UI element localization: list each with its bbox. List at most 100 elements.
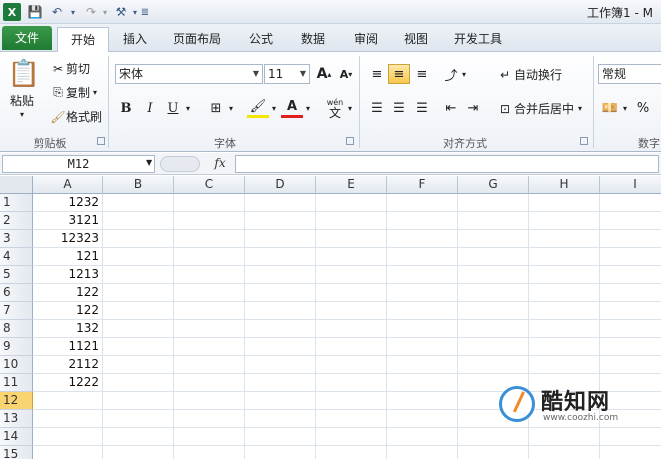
currency-format-icon[interactable]: 💴 xyxy=(599,98,621,118)
alignment-launcher-icon[interactable] xyxy=(580,137,588,145)
cell-b6[interactable] xyxy=(103,284,174,302)
cell-e11[interactable] xyxy=(316,374,387,392)
cell-g6[interactable] xyxy=(458,284,529,302)
clipboard-launcher-icon[interactable] xyxy=(97,137,105,145)
cell-f10[interactable] xyxy=(387,356,458,374)
tab-developer[interactable]: 开发工具 xyxy=(447,27,509,52)
row-header-11[interactable]: 11 xyxy=(0,374,33,392)
customize-toolbar-icon[interactable]: ≣ xyxy=(140,3,150,21)
italic-button[interactable]: I xyxy=(139,98,161,118)
cell-i4[interactable] xyxy=(600,248,661,266)
font-name-combo[interactable]: 宋体 ▼ xyxy=(115,64,263,84)
tools-icon[interactable]: ⚒ xyxy=(112,3,130,21)
cell-b5[interactable] xyxy=(103,266,174,284)
borders-icon[interactable]: ⊞ xyxy=(205,98,227,118)
row-header-1[interactable]: 1 xyxy=(0,194,33,212)
cell-d6[interactable] xyxy=(245,284,316,302)
cell-e1[interactable] xyxy=(316,194,387,212)
paste-icon[interactable]: 📋 xyxy=(8,58,40,90)
tab-page-layout[interactable]: 页面布局 xyxy=(166,27,228,52)
cell-d9[interactable] xyxy=(245,338,316,356)
tab-file[interactable]: 文件 xyxy=(2,26,52,50)
cell-e3[interactable] xyxy=(316,230,387,248)
cell-c13[interactable] xyxy=(174,410,245,428)
cell-a6[interactable]: 122 xyxy=(33,284,103,302)
cell-i8[interactable] xyxy=(600,320,661,338)
row-header-9[interactable]: 9 xyxy=(0,338,33,356)
cell-a12[interactable] xyxy=(33,392,103,410)
orientation-dropdown-icon[interactable]: ▾ xyxy=(458,64,470,84)
align-top-icon[interactable]: ≡ xyxy=(366,64,388,84)
cell-a5[interactable]: 1213 xyxy=(33,266,103,284)
fill-color-dropdown-icon[interactable]: ▾ xyxy=(268,98,280,118)
tab-data[interactable]: 数据 xyxy=(292,27,334,52)
number-format-combo[interactable]: 常规 xyxy=(598,64,661,84)
cell-g2[interactable] xyxy=(458,212,529,230)
format-painter-button[interactable]: 🖌 格式刷 xyxy=(50,108,102,125)
cell-a10[interactable]: 2112 xyxy=(33,356,103,374)
name-box-dropdown-icon[interactable]: ▼ xyxy=(146,158,152,167)
percent-button[interactable]: % xyxy=(632,98,654,118)
align-bottom-icon[interactable]: ≡ xyxy=(411,64,433,84)
cell-i1[interactable] xyxy=(600,194,661,212)
cell-g1[interactable] xyxy=(458,194,529,212)
cell-b14[interactable] xyxy=(103,428,174,446)
cell-a13[interactable] xyxy=(33,410,103,428)
cell-g10[interactable] xyxy=(458,356,529,374)
tab-view[interactable]: 视图 xyxy=(395,27,437,52)
row-header-4[interactable]: 4 xyxy=(0,248,33,266)
row-header-7[interactable]: 7 xyxy=(0,302,33,320)
fill-color-icon[interactable]: 🖌 xyxy=(247,98,269,118)
cell-e15[interactable] xyxy=(316,446,387,459)
formula-input[interactable] xyxy=(235,155,659,173)
borders-dropdown-icon[interactable]: ▾ xyxy=(225,98,237,118)
column-header-g[interactable]: G xyxy=(458,176,529,194)
font-size-combo[interactable]: 11 ▼ xyxy=(264,64,310,84)
undo-dropdown-icon[interactable]: ▾ xyxy=(68,3,78,21)
tab-review[interactable]: 审阅 xyxy=(345,27,387,52)
cell-e10[interactable] xyxy=(316,356,387,374)
cell-c1[interactable] xyxy=(174,194,245,212)
cell-d5[interactable] xyxy=(245,266,316,284)
row-header-6[interactable]: 6 xyxy=(0,284,33,302)
insert-function-icon[interactable]: fx xyxy=(210,156,230,172)
cell-d14[interactable] xyxy=(245,428,316,446)
align-center-icon[interactable]: ☰ xyxy=(388,98,410,118)
paste-dropdown-icon[interactable]: ▾ xyxy=(20,110,24,119)
cell-a9[interactable]: 1121 xyxy=(33,338,103,356)
underline-button[interactable]: U xyxy=(162,98,184,118)
cell-g8[interactable] xyxy=(458,320,529,338)
cell-d11[interactable] xyxy=(245,374,316,392)
cell-f11[interactable] xyxy=(387,374,458,392)
row-header-13[interactable]: 13 xyxy=(0,410,33,428)
increase-indent-icon[interactable]: ⇥ xyxy=(462,98,484,118)
cell-i3[interactable] xyxy=(600,230,661,248)
cell-b4[interactable] xyxy=(103,248,174,266)
cell-a11[interactable]: 1222 xyxy=(33,374,103,392)
cell-a15[interactable] xyxy=(33,446,103,459)
cell-b9[interactable] xyxy=(103,338,174,356)
bold-button[interactable]: B xyxy=(115,98,137,118)
grow-font-button[interactable]: A ▴ xyxy=(313,64,335,84)
cell-c6[interactable] xyxy=(174,284,245,302)
cell-f6[interactable] xyxy=(387,284,458,302)
cell-e13[interactable] xyxy=(316,410,387,428)
cell-e7[interactable] xyxy=(316,302,387,320)
column-header-c[interactable]: C xyxy=(174,176,245,194)
cell-a1[interactable]: 1232 xyxy=(33,194,103,212)
cell-e5[interactable] xyxy=(316,266,387,284)
cell-a7[interactable]: 122 xyxy=(33,302,103,320)
cell-g7[interactable] xyxy=(458,302,529,320)
cell-g4[interactable] xyxy=(458,248,529,266)
column-header-a[interactable]: A xyxy=(33,176,103,194)
cell-d8[interactable] xyxy=(245,320,316,338)
cell-c11[interactable] xyxy=(174,374,245,392)
cell-i9[interactable] xyxy=(600,338,661,356)
cut-button[interactable]: ✂ 剪切 xyxy=(50,60,90,77)
cell-h8[interactable] xyxy=(529,320,600,338)
column-header-h[interactable]: H xyxy=(529,176,600,194)
cell-i7[interactable] xyxy=(600,302,661,320)
redo-dropdown-icon[interactable]: ▾ xyxy=(100,3,110,21)
cell-f5[interactable] xyxy=(387,266,458,284)
cell-f2[interactable] xyxy=(387,212,458,230)
